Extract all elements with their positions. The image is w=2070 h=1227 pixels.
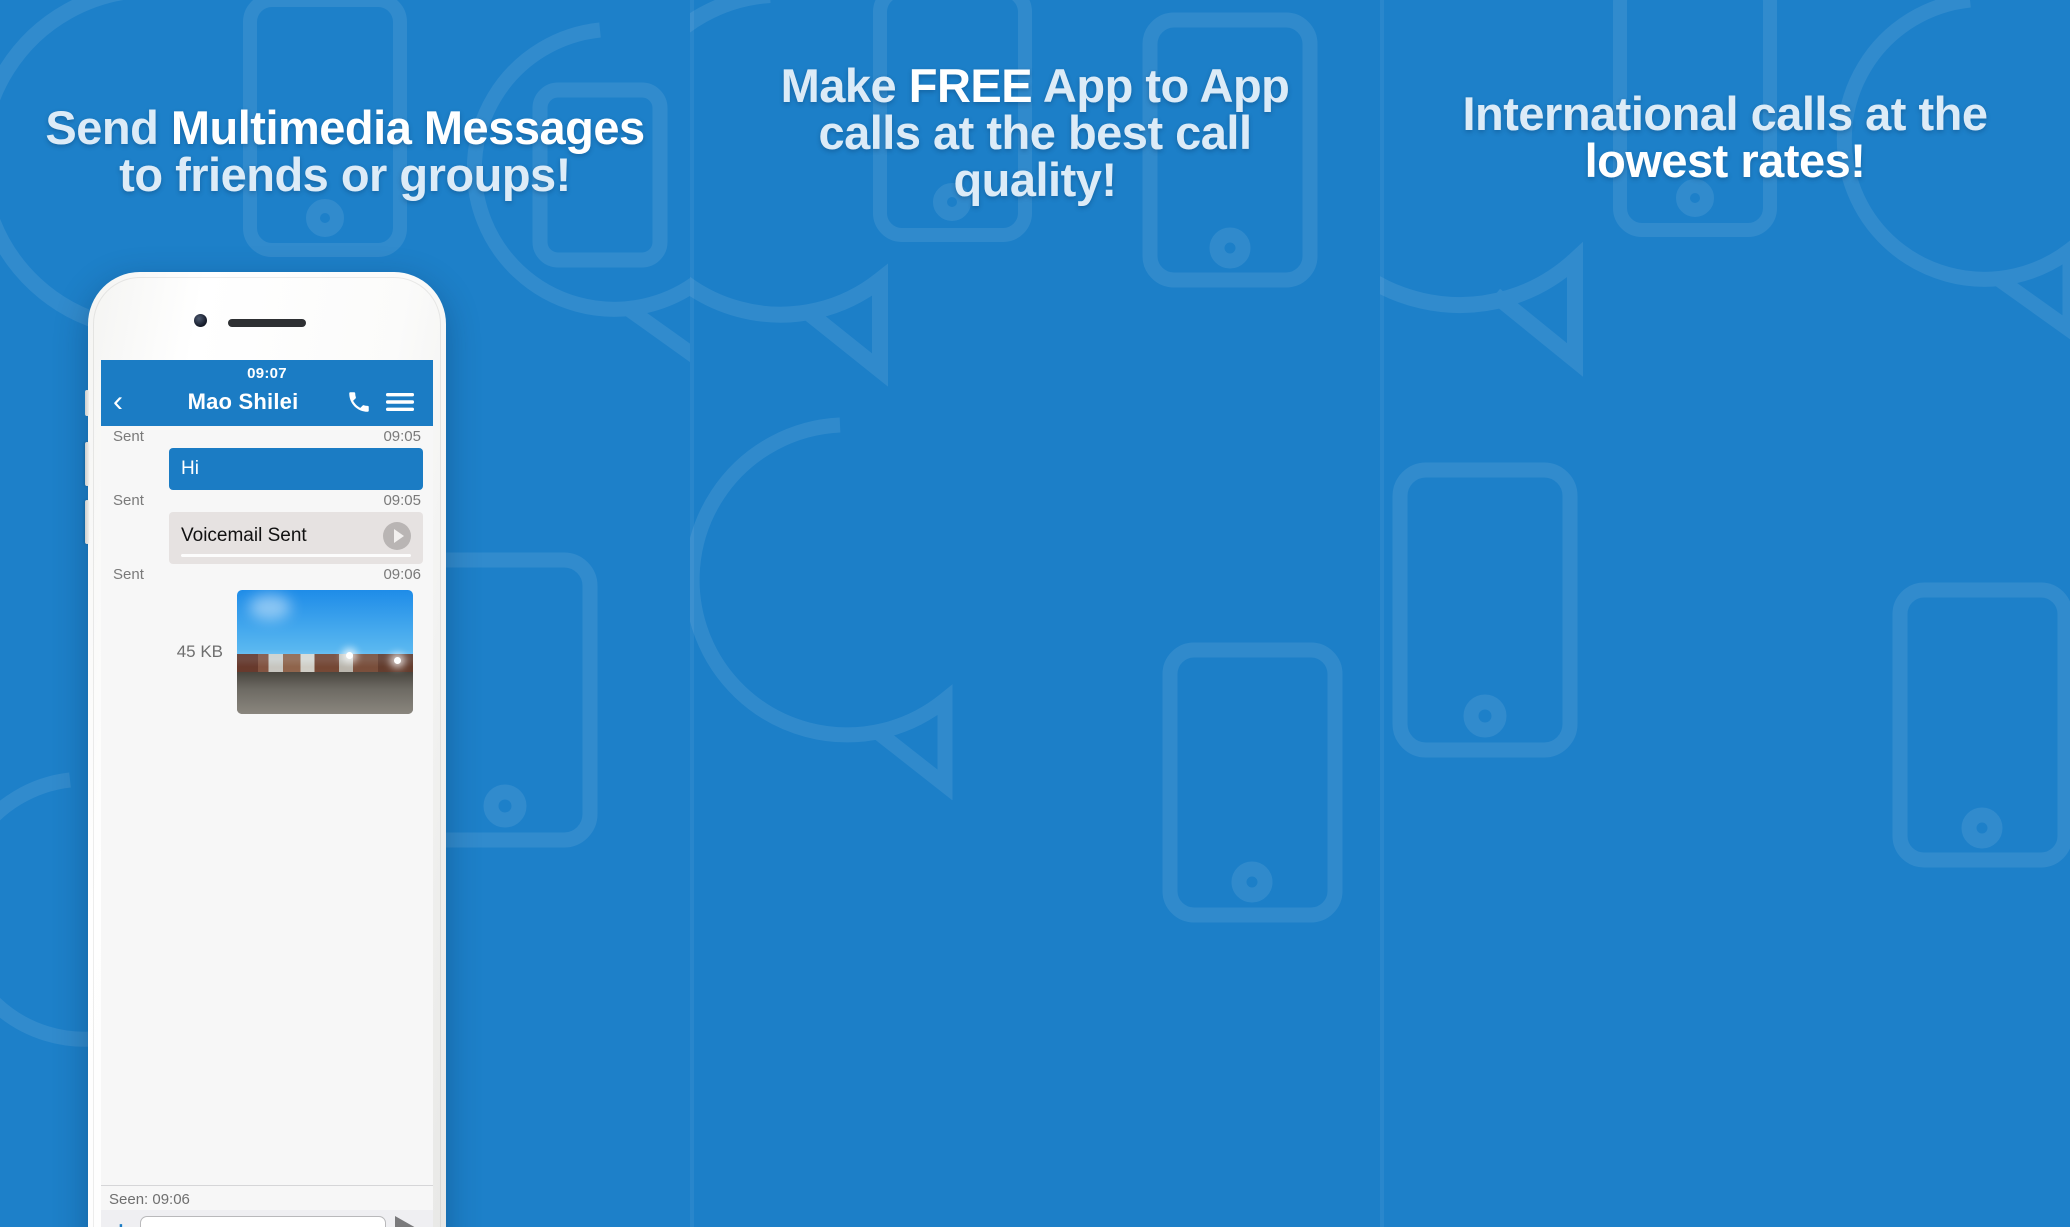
play-icon[interactable]	[383, 522, 411, 550]
chat-screen: 09:07 ‹ Mao Shilei Sent 09:05 Hi Sent 09…	[101, 360, 433, 1227]
screenshot-root: Send Multimedia Messages to friends or g…	[0, 0, 2070, 1227]
message-time: 09:06	[383, 566, 421, 583]
volume-up-button[interactable]	[85, 442, 89, 486]
volume-down-button[interactable]	[85, 500, 89, 544]
message-text: Hi	[181, 458, 199, 479]
message-item-photo[interactable]: Sent 09:06 45 KB	[101, 564, 433, 714]
message-list[interactable]: Sent 09:05 Hi Sent 09:05 Voicemail Sent …	[101, 426, 433, 1184]
silent-switch[interactable]	[85, 390, 89, 416]
headline-line-2: to friends or groups!	[119, 148, 571, 201]
message-status: Sent	[113, 428, 144, 445]
phone-icon[interactable]	[339, 389, 379, 415]
chat-bubble-voicemail[interactable]: Voicemail Sent	[169, 512, 423, 564]
send-arrow-icon[interactable]	[395, 1216, 425, 1227]
chevron-left-icon[interactable]: ‹	[113, 387, 147, 417]
voicemail-progress-bar[interactable]	[181, 554, 411, 557]
chat-navbar: 09:07 ‹ Mao Shilei	[101, 360, 433, 426]
chat-bubble-outgoing[interactable]: Hi	[169, 448, 423, 490]
headline-part-b: Multimedia Messages	[170, 101, 645, 154]
message-time: 09:05	[383, 428, 421, 445]
message-input[interactable]	[139, 1216, 386, 1227]
chat-footer: Seen: 09:06 +	[101, 1185, 433, 1227]
plus-icon[interactable]: +	[111, 1216, 131, 1227]
headline-line-2: lowest rates!	[1584, 134, 1866, 187]
message-status: Sent	[113, 566, 144, 583]
headline-line-1: International calls at the	[1462, 87, 1988, 140]
voicemail-label: Voicemail Sent	[181, 525, 307, 546]
message-item-text[interactable]: Sent 09:05 Hi	[101, 426, 433, 490]
photo-attachment[interactable]	[237, 590, 413, 714]
message-item-voicemail[interactable]: Sent 09:05 Voicemail Sent	[101, 490, 433, 564]
headline-part-a: Make	[780, 59, 909, 112]
seen-receipt: Seen: 09:06	[101, 1186, 433, 1210]
headline-part-c: App to App	[1032, 59, 1290, 112]
page-title: International calls at the lowest rates!	[1380, 0, 2070, 184]
headline-line-2: calls at the best call	[818, 106, 1252, 159]
hamburger-icon[interactable]	[379, 390, 421, 414]
attachment-size: 45 KB	[176, 642, 223, 661]
headline-part-b: FREE	[908, 59, 1033, 112]
earpiece-speaker	[228, 319, 306, 327]
iphone-device-chat: 09:07 ‹ Mao Shilei Sent 09:05 Hi Sent 09…	[85, 272, 446, 1227]
message-status: Sent	[113, 492, 144, 509]
compose-bar: +	[101, 1210, 433, 1227]
headline-line-3: quality!	[953, 153, 1117, 206]
headline-part-a: Send	[45, 101, 171, 154]
promo-panel-international: International calls at the lowest rates!…	[1380, 0, 2070, 1227]
promo-panel-messaging: Send Multimedia Messages to friends or g…	[0, 0, 690, 1227]
page-title: Send Multimedia Messages to friends or g…	[0, 0, 690, 198]
front-camera	[194, 314, 207, 327]
promo-panel-free-calls: Make FREE App to App calls at the best c…	[690, 0, 1380, 1227]
message-time: 09:05	[383, 492, 421, 509]
status-clock: 09:07	[247, 365, 287, 382]
chat-title: Mao Shilei	[187, 389, 299, 414]
page-title: Make FREE App to App calls at the best c…	[690, 0, 1380, 203]
